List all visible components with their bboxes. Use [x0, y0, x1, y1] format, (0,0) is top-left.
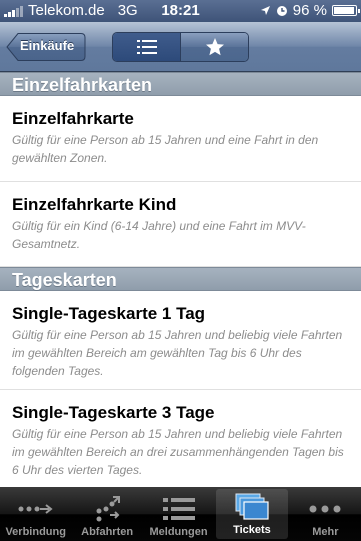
- battery-fill: [334, 7, 355, 14]
- navigation-bar: Einkäufe: [0, 22, 361, 72]
- more-icon: [309, 494, 341, 524]
- list-item[interactable]: Einzelfahrkarte Kind Gültig für ein Kind…: [0, 182, 361, 267]
- ticket-title: Single-Tageskarte 1 Tag: [12, 304, 206, 323]
- tab-mehr[interactable]: Mehr: [290, 487, 361, 541]
- tab-tickets[interactable]: Tickets: [216, 489, 288, 539]
- ticket-description: Gültig für eine Person ab 15 Jahren und …: [12, 328, 343, 378]
- back-button-label: Einkäufe: [20, 38, 75, 53]
- status-right: 96 %: [260, 2, 360, 19]
- ticket-list: Einzelfahrkarten Einzelfahrkarte Gültig …: [0, 72, 361, 487]
- section-header-tageskarten: Tageskarten: [0, 267, 361, 291]
- list-item[interactable]: Single-Tageskarte 1 Tag Gültig für eine …: [0, 291, 361, 390]
- ticket-description: Gültig für eine Person ab 15 Jahren und …: [12, 427, 344, 477]
- segment-list[interactable]: [113, 33, 180, 61]
- tab-meldungen[interactable]: Meldungen: [143, 487, 214, 541]
- section-header-einzelfahrkarten: Einzelfahrkarten: [0, 72, 361, 96]
- status-bar: Telekom.de 3G 18:21 96 %: [0, 0, 361, 22]
- connection-icon: [18, 494, 54, 524]
- ticket-description: Gültig für ein Kind (6-14 Jahre) und ein…: [12, 219, 306, 251]
- location-arrow-icon: [260, 6, 270, 15]
- segment-favorites[interactable]: [180, 33, 248, 61]
- view-segmented-control: [112, 32, 249, 62]
- ticket-title: Einzelfahrkarte: [12, 109, 134, 128]
- tab-label: Abfahrten: [81, 526, 134, 538]
- tab-label: Verbindung: [5, 526, 66, 538]
- tab-label: Mehr: [312, 526, 339, 538]
- star-icon: [205, 38, 224, 56]
- battery-percent: 96 %: [292, 2, 327, 19]
- back-button[interactable]: Einkäufe: [6, 32, 86, 62]
- ticket-description: Gültig für eine Person ab 15 Jahren und …: [12, 133, 319, 165]
- ticket-title: Single-Tageskarte 3 Tage: [12, 403, 215, 422]
- messages-icon: [162, 494, 195, 524]
- tab-label: Tickets: [233, 524, 271, 536]
- tickets-icon: [235, 492, 269, 522]
- ticket-title: Einzelfahrkarte Kind: [12, 195, 177, 214]
- list-item[interactable]: Einzelfahrkarte Gültig für eine Person a…: [0, 96, 361, 182]
- alarm-clock-icon: [276, 5, 287, 16]
- tab-abfahrten[interactable]: Abfahrten: [71, 487, 142, 541]
- tab-bar: Verbindung Abfahrten Meldungen Tickets M…: [0, 487, 361, 541]
- list-item[interactable]: Single-Tageskarte 3 Tage Gültig für eine…: [0, 390, 361, 487]
- departures-icon: [94, 494, 121, 524]
- tab-label: Meldungen: [149, 526, 208, 538]
- tab-verbindung[interactable]: Verbindung: [0, 487, 71, 541]
- list-icon: [136, 40, 157, 54]
- battery-icon: [332, 5, 360, 16]
